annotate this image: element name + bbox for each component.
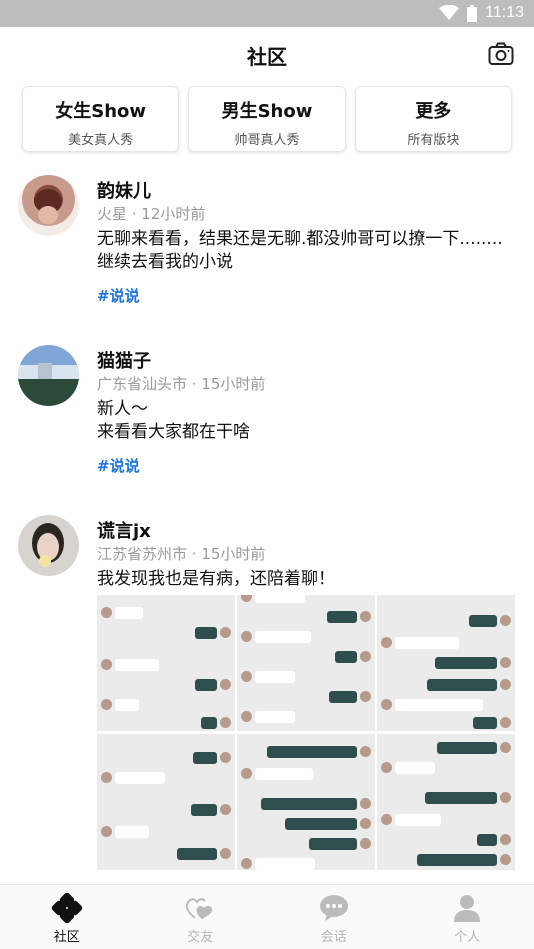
page-title: 社区 [247,45,287,69]
wifi-icon [439,5,460,20]
tab-profile[interactable]: 个人 [401,885,534,949]
category-card-girls[interactable]: 女生Show 美女真人秀 [22,86,180,152]
avatar[interactable] [18,515,79,576]
post-image-grid [97,595,515,875]
tab-community[interactable]: 社区 [0,885,134,949]
post-text: 我发现我也是有病，还陪着聊！ [97,569,335,589]
category-cards: 女生Show 美女真人秀 男生Show 帅哥真人秀 更多 所有版块 [22,86,512,152]
category-title: 男生Show [221,101,313,122]
friends-heart-icon [186,898,213,919]
post-author[interactable]: 韵妹儿 [97,177,151,203]
post-author[interactable]: 猫猫子 [97,347,151,373]
community-icon [51,893,82,923]
post-text: 新人～ 来看看大家都在干啥 [97,399,250,442]
tab-friends[interactable]: 交友 [134,885,268,949]
tab-chat[interactable]: 会话 [267,885,401,949]
category-card-more[interactable]: 更多 所有版块 [354,86,512,152]
status-bar: 11:13 [0,0,534,27]
battery-icon [467,4,478,22]
post-meta: 广东省汕头市 · 15小时前 [97,375,266,393]
post-image[interactable] [237,734,375,870]
category-title: 更多 [415,101,452,122]
tab-label: 会话 [320,930,347,945]
post-author[interactable]: 谎言jx [97,517,151,543]
category-card-boys[interactable]: 男生Show 帅哥真人秀 [188,86,346,152]
app-header: 社区 [0,27,534,83]
chat-bubble-icon [319,895,348,921]
post-image[interactable] [97,595,235,731]
post-image[interactable] [377,734,515,870]
tab-label: 个人 [454,930,481,945]
post-meta: 江苏省苏州市 · 15小时前 [97,545,266,563]
status-time: 11:13 [485,4,524,21]
camera-icon[interactable] [488,42,514,66]
category-subtitle: 所有版块 [407,133,460,148]
post-image[interactable] [237,595,375,731]
bottom-tab-bar: 社区 交友 会话 个人 [0,884,534,949]
person-icon [454,895,481,922]
post-image[interactable] [377,595,515,731]
post-image[interactable] [97,734,235,870]
avatar[interactable] [18,175,79,236]
tab-label: 社区 [53,930,80,945]
post-meta: 火星 · 12小时前 [97,205,206,223]
category-subtitle: 美女真人秀 [68,133,134,148]
post-text: 无聊来看看，结果还是无聊.都没帅哥可以撩一下........继续去看我的小说 [97,229,503,272]
post-topic-tag[interactable]: #说说 [97,455,140,476]
tab-label: 交友 [187,930,214,945]
post-topic-tag[interactable]: #说说 [97,285,140,306]
category-subtitle: 帅哥真人秀 [234,133,300,148]
avatar[interactable] [18,345,79,406]
category-title: 女生Show [55,101,147,122]
